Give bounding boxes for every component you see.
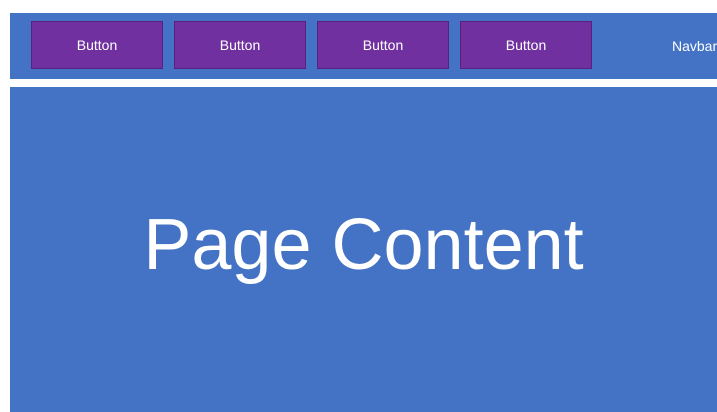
navbar: Button Button Button Button Navbar [10, 13, 717, 79]
nav-button-1[interactable]: Button [31, 21, 163, 69]
navbar-label: Navbar [672, 38, 717, 54]
nav-button-4[interactable]: Button [460, 21, 592, 69]
nav-button-3[interactable]: Button [317, 21, 449, 69]
page-content: Page Content [10, 87, 717, 412]
nav-button-2[interactable]: Button [174, 21, 306, 69]
page-content-label: Page Content [143, 204, 584, 285]
